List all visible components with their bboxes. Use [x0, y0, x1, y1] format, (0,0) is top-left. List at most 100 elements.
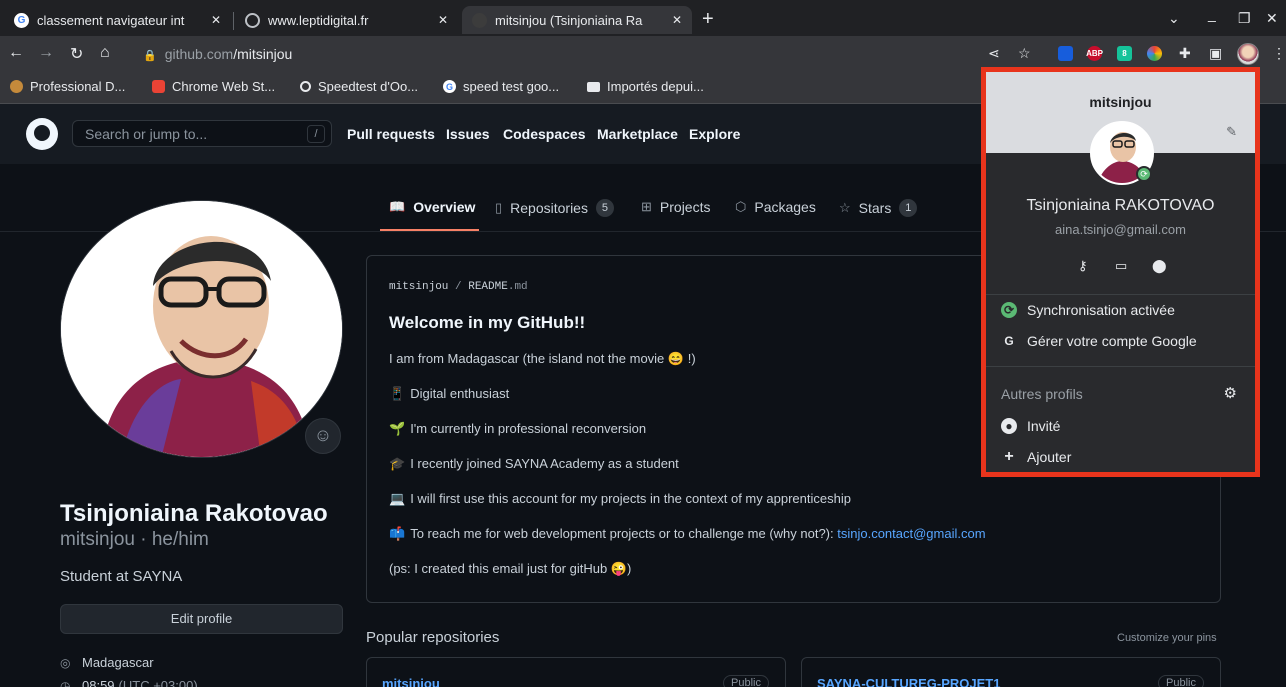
tab-title: www.leptidigital.fr [268, 12, 369, 28]
menu-kebab-icon[interactable]: ⋮ [1272, 45, 1286, 62]
url-path: /mitsinjou [233, 46, 293, 62]
address-bar[interactable]: 🔒 github.com/mitsinjou [143, 46, 292, 62]
readme-line: 💻 I will first use this account for my pr… [389, 491, 851, 507]
bookmark-item[interactable]: Chrome Web St... [152, 79, 275, 94]
star-icon: ☆ [839, 200, 851, 215]
maximize-icon[interactable]: ❐ [1238, 10, 1251, 27]
readme-line: 📱 Digital enthusiast [389, 386, 509, 402]
nav-explore[interactable]: Explore [689, 126, 740, 142]
readme-file[interactable]: README [468, 281, 508, 293]
side-panel-icon[interactable]: ▣ [1209, 45, 1222, 62]
tab-label: Projects [659, 199, 711, 215]
nav-marketplace[interactable]: Marketplace [597, 126, 678, 142]
profile-avatar[interactable] [60, 200, 343, 458]
graduation-cap-emoji-icon: 🎓 [389, 456, 406, 471]
close-icon[interactable]: ✕ [211, 13, 221, 27]
extensions-puzzle-icon[interactable]: ✚ [1179, 45, 1191, 62]
lock-icon: 🔒 [143, 50, 157, 62]
tab-overview[interactable]: 📖 Overview [389, 199, 475, 215]
tab-label: Stars [858, 200, 892, 216]
location-pin-icon: ◎ [60, 655, 71, 670]
readme-ext: .md [507, 281, 528, 293]
tab-title: classement navigateur int [37, 12, 185, 28]
close-icon[interactable]: ✕ [672, 13, 682, 27]
readme-line: 📫 To reach me for web development project… [389, 526, 986, 542]
repo-name-link[interactable]: SAYNA-CULTUREG-PROJET1 [817, 676, 1000, 687]
tab-repositories[interactable]: ▯ Repositories 5 [495, 199, 614, 217]
new-tab-icon[interactable]: + [702, 8, 714, 31]
reload-icon[interactable]: ↻ [70, 44, 83, 64]
set-status-smiley-icon[interactable]: ☺ [305, 418, 341, 454]
grammarly-icon[interactable]: 8 [1117, 46, 1132, 61]
repo-card[interactable]: mitsinjou Public [366, 657, 786, 687]
search-input[interactable]: Search or jump to... / [72, 120, 332, 147]
readme-line-text: I'm currently in professional reconversi… [410, 421, 647, 436]
profile-bio: Student at SAYNA [60, 568, 183, 585]
google-icon: G [14, 12, 29, 28]
tab-1[interactable]: G classement navigateur int ✕ [4, 6, 231, 34]
time-text: 08:59 [82, 678, 115, 687]
back-icon[interactable]: ← [8, 44, 24, 62]
bitwarden-icon[interactable] [1058, 46, 1073, 61]
repo-icon: ▯ [495, 200, 503, 215]
book-icon: 📖 [389, 199, 406, 214]
adblock-plus-icon[interactable]: ABP [1086, 46, 1103, 61]
profile-avatar-button[interactable] [1237, 43, 1259, 65]
computer-emoji-icon: 💻 [389, 491, 406, 506]
seedling-emoji-icon: 🌱 [389, 421, 406, 436]
visibility-badge: Public [1158, 675, 1204, 687]
tab-3-active[interactable]: mitsinjou (Tsinjoniaina Ra ✕ [462, 6, 692, 34]
tab-search-icon[interactable]: ⌄ [1168, 10, 1180, 27]
bookmark-label: speed test goo... [463, 79, 560, 94]
google-icon: G [443, 80, 456, 93]
profile-name: Tsinjoniaina Rakotovao [60, 500, 328, 527]
color-picker-icon[interactable] [1147, 46, 1162, 61]
tab-separator [233, 12, 234, 30]
search-placeholder: Search or jump to... [85, 126, 208, 142]
bookmark-folder[interactable]: Importés depui... [587, 79, 704, 94]
nav-codespaces[interactable]: Codespaces [503, 126, 585, 142]
nav-pull-requests[interactable]: Pull requests [347, 126, 435, 142]
bookmark-label: Importés depui... [607, 79, 704, 94]
github-logo-icon[interactable] [26, 118, 58, 150]
readme-owner[interactable]: mitsinjou [389, 281, 448, 293]
readme-line: 🎓 I recently joined SAYNA Academy as a st… [389, 456, 679, 472]
popular-repositories-title: Popular repositories [366, 629, 500, 646]
table-icon: ⊞ [641, 199, 652, 214]
edit-profile-button[interactable]: Edit profile [60, 604, 343, 634]
phone-emoji-icon: 📱 [389, 386, 406, 401]
repo-card[interactable]: SAYNA-CULTUREG-PROJET1 Public [801, 657, 1221, 687]
nav-issues[interactable]: Issues [446, 126, 490, 142]
readme-line-text: I am from Madagascar (the island not the… [389, 351, 696, 366]
forward-icon[interactable]: → [38, 44, 54, 62]
bookmark-item[interactable]: G speed test goo... [443, 79, 559, 94]
minimize-icon[interactable]: _ [1208, 6, 1216, 22]
profile-location: ◎ Madagascar [60, 655, 154, 670]
bookmark-item[interactable]: Professional D... [10, 79, 125, 94]
close-icon[interactable]: ✕ [438, 13, 448, 27]
readme-line: (ps: I created this email just for gitHu… [389, 561, 631, 577]
tab-label: Repositories [510, 200, 588, 216]
readme-line-text: I recently joined SAYNA Academy as a stu… [410, 456, 679, 471]
readme-line: I am from Madagascar (the island not the… [389, 351, 696, 367]
bookmark-label: Speedtest d'Oo... [318, 79, 419, 94]
tab-packages[interactable]: ⬡ Packages [735, 199, 816, 215]
tab-projects[interactable]: ⊞ Projects [641, 199, 710, 215]
mailbox-emoji-icon: 📫 [389, 526, 406, 541]
tab-title: mitsinjou (Tsinjoniaina Ra [495, 12, 643, 28]
tab-2[interactable]: www.leptidigital.fr ✕ [235, 6, 458, 34]
customize-pins-link[interactable]: Customize your pins [1117, 632, 1217, 644]
tab-stars[interactable]: ☆ Stars 1 [839, 199, 918, 217]
share-icon[interactable]: ⋖ [988, 45, 1000, 62]
bookmark-label: Professional D... [30, 79, 126, 94]
bookmark-star-icon[interactable]: ☆ [1018, 45, 1031, 62]
profile-login: mitsinjou · he/him [60, 529, 209, 550]
speedtest-icon [300, 81, 311, 92]
visibility-badge: Public [723, 675, 769, 687]
close-window-icon[interactable]: ✕ [1266, 10, 1278, 27]
contact-email-link[interactable]: tsinjo.contact@gmail.com [837, 526, 985, 541]
repo-name-link[interactable]: mitsinjou [382, 676, 440, 687]
profile-local-time: ◷ 08:59 (UTC +03:00) [60, 678, 198, 687]
home-icon[interactable]: ⌂ [100, 44, 110, 62]
bookmark-item[interactable]: Speedtest d'Oo... [300, 79, 418, 94]
